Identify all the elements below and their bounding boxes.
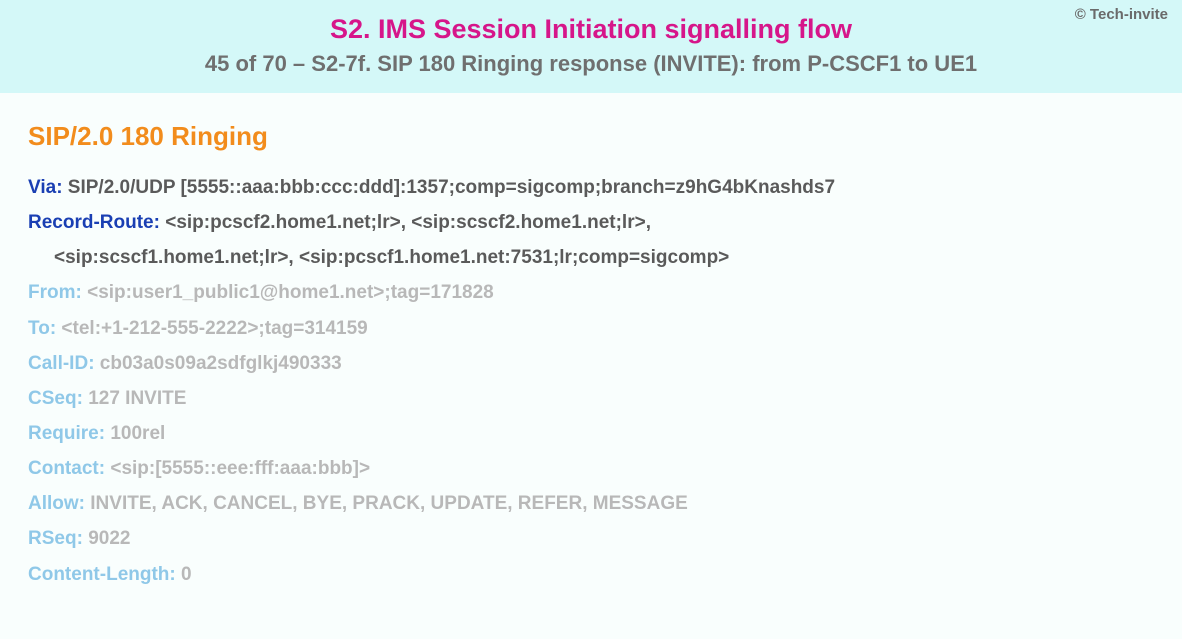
colon: :	[76, 282, 88, 303]
require-label: Require	[28, 423, 99, 444]
rseq-label: RSeq	[28, 528, 77, 549]
call-id-label: Call-ID	[28, 353, 88, 374]
colon: :	[169, 564, 181, 585]
via-label: Via	[28, 177, 56, 198]
call-id-value: cb03a0s09a2sdfglkj490333	[100, 353, 342, 374]
header-cseq: CSeq: 127 INVITE	[28, 381, 1154, 416]
header-to: To: <tel:+1-212-555-2222>;tag=314159	[28, 311, 1154, 346]
colon: :	[77, 388, 89, 409]
rseq-value: 9022	[88, 528, 130, 549]
contact-value: <sip:[5555::eee:fff:aaa:bbb]>	[110, 458, 370, 479]
header-from: From: <sip:user1_public1@home1.net>;tag=…	[28, 275, 1154, 310]
colon: :	[99, 423, 111, 444]
to-label: To	[28, 318, 50, 339]
header-allow: Allow: INVITE, ACK, CANCEL, BYE, PRACK, …	[28, 486, 1154, 521]
cseq-value: 127 INVITE	[88, 388, 186, 409]
record-route-label: Record-Route	[28, 212, 154, 233]
page-title: S2. IMS Session Initiation signalling fl…	[18, 14, 1164, 45]
colon: :	[88, 353, 100, 374]
content-length-value: 0	[181, 564, 192, 585]
header-call-id: Call-ID: cb03a0s09a2sdfglkj490333	[28, 346, 1154, 381]
header-record-route-cont: <sip:scscf1.home1.net;lr>, <sip:pcscf1.h…	[28, 240, 1154, 275]
page-subtitle: 45 of 70 – S2-7f. SIP 180 Ringing respon…	[18, 51, 1164, 77]
header-record-route: Record-Route: <sip:pcscf2.home1.net;lr>,…	[28, 205, 1154, 240]
header-content-length: Content-Length: 0	[28, 557, 1154, 592]
sip-status-line: SIP/2.0 180 Ringing	[28, 121, 1154, 152]
colon: :	[56, 177, 68, 198]
header-require: Require: 100rel	[28, 416, 1154, 451]
colon: :	[50, 318, 62, 339]
from-label: From	[28, 282, 76, 303]
content-length-label: Content-Length	[28, 564, 169, 585]
message-body: SIP/2.0 180 Ringing Via: SIP/2.0/UDP [55…	[0, 93, 1182, 602]
header-banner: © Tech-invite S2. IMS Session Initiation…	[0, 0, 1182, 93]
to-value: <tel:+1-212-555-2222>;tag=314159	[61, 318, 367, 339]
contact-label: Contact	[28, 458, 99, 479]
from-value: <sip:user1_public1@home1.net>;tag=171828	[87, 282, 494, 303]
header-rseq: RSeq: 9022	[28, 521, 1154, 556]
cseq-label: CSeq	[28, 388, 77, 409]
allow-label: Allow	[28, 493, 79, 514]
colon: :	[154, 212, 166, 233]
header-contact: Contact: <sip:[5555::eee:fff:aaa:bbb]>	[28, 451, 1154, 486]
header-via: Via: SIP/2.0/UDP [5555::aaa:bbb:ccc:ddd]…	[28, 170, 1154, 205]
colon: :	[79, 493, 91, 514]
record-route-value-1: <sip:pcscf2.home1.net;lr>, <sip:scscf2.h…	[165, 212, 651, 233]
colon: :	[77, 528, 89, 549]
colon: :	[99, 458, 111, 479]
via-value: SIP/2.0/UDP [5555::aaa:bbb:ccc:ddd]:1357…	[68, 177, 835, 198]
allow-value: INVITE, ACK, CANCEL, BYE, PRACK, UPDATE,…	[90, 493, 688, 514]
require-value: 100rel	[110, 423, 165, 444]
copyright-text: © Tech-invite	[1075, 6, 1168, 23]
record-route-value-2: <sip:scscf1.home1.net;lr>, <sip:pcscf1.h…	[54, 247, 729, 268]
